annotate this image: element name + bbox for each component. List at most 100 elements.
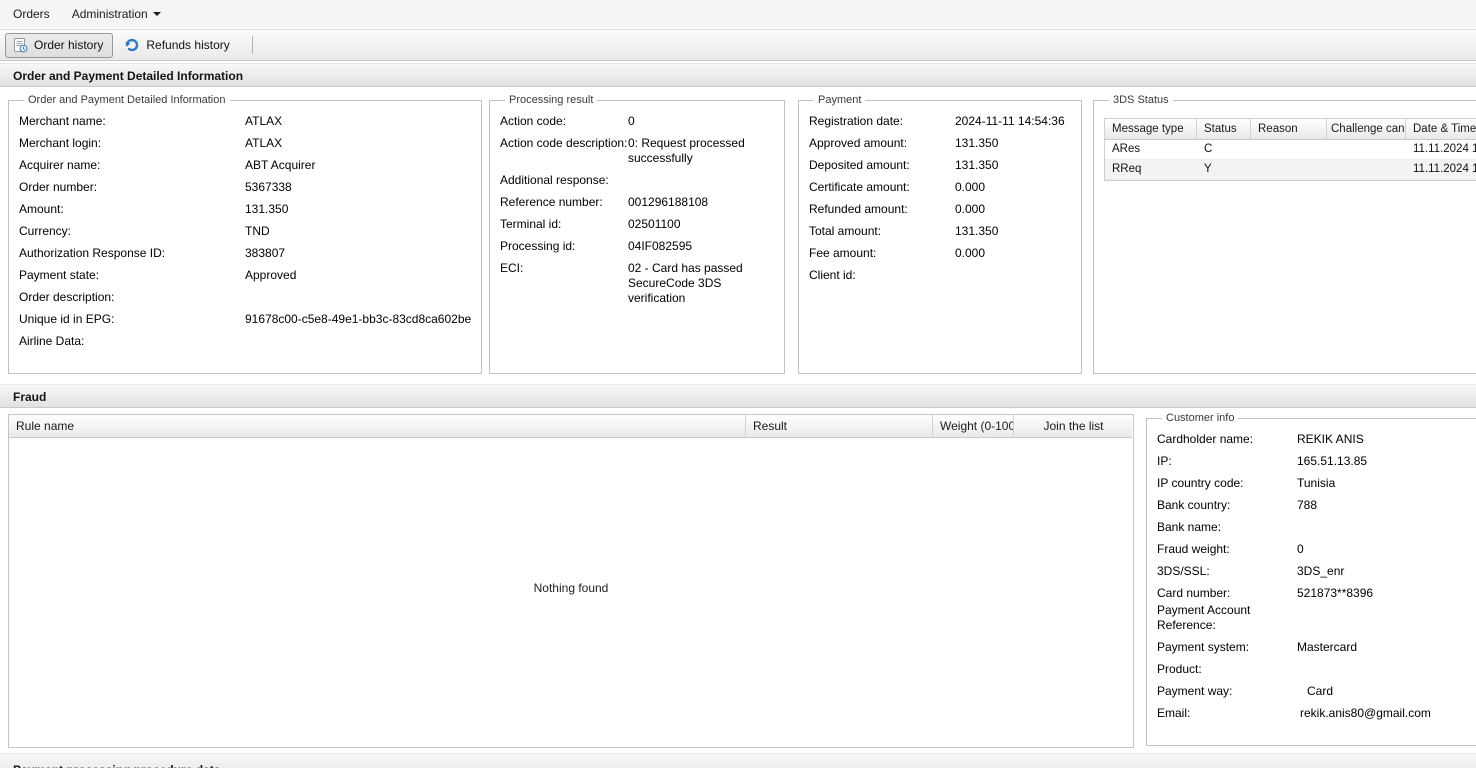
field-payment-account-reference: Payment Account Reference: <box>1157 603 1476 633</box>
field-value: 2024-11-11 14:54:36 <box>955 114 1065 128</box>
field-bank-name: Bank name: <box>1157 520 1476 535</box>
page: Orders Administration Order history Refu… <box>0 0 1476 768</box>
field-value: 0.000 <box>955 180 986 194</box>
field-value <box>1297 520 1476 535</box>
field-ip: IP: 165.51.13.85 <box>1157 454 1476 469</box>
column-header-date-time[interactable]: Date & Time <box>1406 119 1476 140</box>
payment-legend: Payment <box>818 94 862 106</box>
field-label: Amount: <box>19 202 64 216</box>
field-label: Card number: <box>1157 586 1231 600</box>
field-airline-data: Airline Data: <box>19 334 471 349</box>
field-approved-amount: Approved amount: 131.350 <box>809 136 1071 151</box>
field-merchant-login: Merchant login: ATLAX <box>19 136 471 151</box>
field-label: Terminal id: <box>500 217 562 231</box>
column-header-join-the-list[interactable]: Join the list <box>1014 415 1132 438</box>
field-value <box>628 173 774 188</box>
column-header-weight[interactable]: Weight (0-100) <box>933 415 1014 438</box>
field-bank-country: Bank country: 788 <box>1157 498 1476 513</box>
field-label: Unique id in EPG: <box>19 312 115 326</box>
cell-reason <box>1251 160 1327 180</box>
fraud-table: Rule name Result Weight (0-100) Join the… <box>8 414 1134 748</box>
field-label: Email: <box>1157 706 1191 720</box>
field-registration-date: Registration date: 2024-11-11 14:54:36 <box>809 114 1071 129</box>
processing-result-fieldset: Processing result Action code: 0 Action c… <box>489 94 785 374</box>
field-label: Processing id: <box>500 239 576 253</box>
field-cardholder-name: Cardholder name: REKIK ANIS <box>1157 432 1476 447</box>
field-value: rekik.anis80@gmail.com <box>1300 706 1431 720</box>
menu-bar: Orders Administration <box>0 0 1476 28</box>
field-value: 131.350 <box>955 136 999 150</box>
order-history-label: Order history <box>34 37 104 52</box>
three-ds-status-fieldset: 3DS Status Message type Status Reason Ch… <box>1093 94 1476 374</box>
field-label: Cardholder name: <box>1157 432 1254 446</box>
order-history-button[interactable]: Order history <box>5 32 114 58</box>
field-value: TND <box>245 224 270 238</box>
field-value: 5367338 <box>245 180 292 194</box>
refunds-history-icon <box>125 38 139 51</box>
field-payment-system: Payment system: Mastercard <box>1157 640 1476 655</box>
column-header-challenge-cancel[interactable]: Challenge cancel <box>1327 119 1406 140</box>
field-label: Product: <box>1157 662 1202 676</box>
field-label: Client id: <box>809 268 856 282</box>
processing-result-legend: Processing result <box>509 94 594 106</box>
three-ds-header-row: Message type Status Reason Challenge can… <box>1105 119 1476 140</box>
toolbar: Order history Refunds history <box>0 29 1476 61</box>
field-label: Merchant name: <box>19 114 106 128</box>
field-label: 3DS/SSL: <box>1157 564 1210 578</box>
fraud-empty-message: Nothing found <box>533 581 609 595</box>
column-header-reason[interactable]: Reason <box>1251 119 1327 140</box>
field-ip-country-code: IP country code: Tunisia <box>1157 476 1476 491</box>
bottom-section-title: Payment processing procedure data <box>0 753 1476 768</box>
field-auth-response-id: Authorization Response ID: 383807 <box>19 246 471 261</box>
column-header-status[interactable]: Status <box>1197 119 1251 140</box>
cell-message-type: RReq <box>1105 160 1197 180</box>
field-label: Payment Account Reference: <box>1157 603 1251 632</box>
menu-orders[interactable]: Orders <box>13 7 50 21</box>
field-client-id: Client id: <box>809 268 1071 283</box>
field-acquirer-name: Acquirer name: ABT Acquirer <box>19 158 471 173</box>
order-history-icon <box>14 37 28 52</box>
three-ds-row-ares[interactable]: ARes C 11.11.2024 1 <box>1105 140 1476 160</box>
field-label: Fee amount: <box>809 246 877 260</box>
menu-administration[interactable]: Administration <box>72 7 161 21</box>
column-header-result[interactable]: Result <box>746 415 933 438</box>
field-value: 0: Request processed successfully <box>628 136 745 165</box>
refunds-history-button[interactable]: Refunds history <box>117 33 239 58</box>
field-label: Total amount: <box>809 224 882 238</box>
field-label: Registration date: <box>809 114 904 128</box>
field-label: Bank name: <box>1157 520 1222 534</box>
field-label: Action code description: <box>500 136 628 150</box>
field-fraud-weight: Fraud weight: 0 <box>1157 542 1476 557</box>
three-ds-row-rreq[interactable]: RReq Y 11.11.2024 1 <box>1105 160 1476 180</box>
field-label: Fraud weight: <box>1157 542 1230 556</box>
field-payment-way: Payment way: Card <box>1157 684 1476 699</box>
field-label: Reference number: <box>500 195 603 209</box>
field-value: 165.51.13.85 <box>1297 454 1368 468</box>
field-label: Merchant login: <box>19 136 102 150</box>
field-action-code: Action code: 0 <box>500 114 774 129</box>
field-label: Certificate amount: <box>809 180 910 194</box>
three-ds-status-legend: 3DS Status <box>1113 94 1169 106</box>
field-value <box>1297 662 1476 677</box>
cell-date-time: 11.11.2024 1 <box>1406 140 1476 160</box>
field-value: 0 <box>1297 542 1304 556</box>
fraud-section-title: Fraud <box>0 384 1476 408</box>
field-value: 3DS_enr <box>1297 564 1345 578</box>
column-header-rule-name[interactable]: Rule name <box>9 415 746 438</box>
field-card-number: Card number: 521873**8396 <box>1157 586 1476 601</box>
field-label: ECI: <box>500 261 524 275</box>
field-label: Airline Data: <box>19 334 85 348</box>
order-info-fieldset: Order and Payment Detailed Information M… <box>8 94 483 374</box>
field-value: Mastercard <box>1297 640 1358 654</box>
field-label: Deposited amount: <box>809 158 910 172</box>
field-value: ATLAX <box>245 114 283 128</box>
field-order-description: Order description: <box>19 290 471 305</box>
menu-administration-label: Administration <box>71 7 148 21</box>
field-amount: Amount: 131.350 <box>19 202 471 217</box>
field-certificate-amount: Certificate amount: 0.000 <box>809 180 1071 195</box>
fraud-header-row: Rule name Result Weight (0-100) Join the… <box>9 415 1133 438</box>
field-label: Action code: <box>500 114 567 128</box>
column-header-message-type[interactable]: Message type <box>1105 119 1197 140</box>
field-value: 02501100 <box>628 217 681 231</box>
field-label: Bank country: <box>1157 498 1231 512</box>
